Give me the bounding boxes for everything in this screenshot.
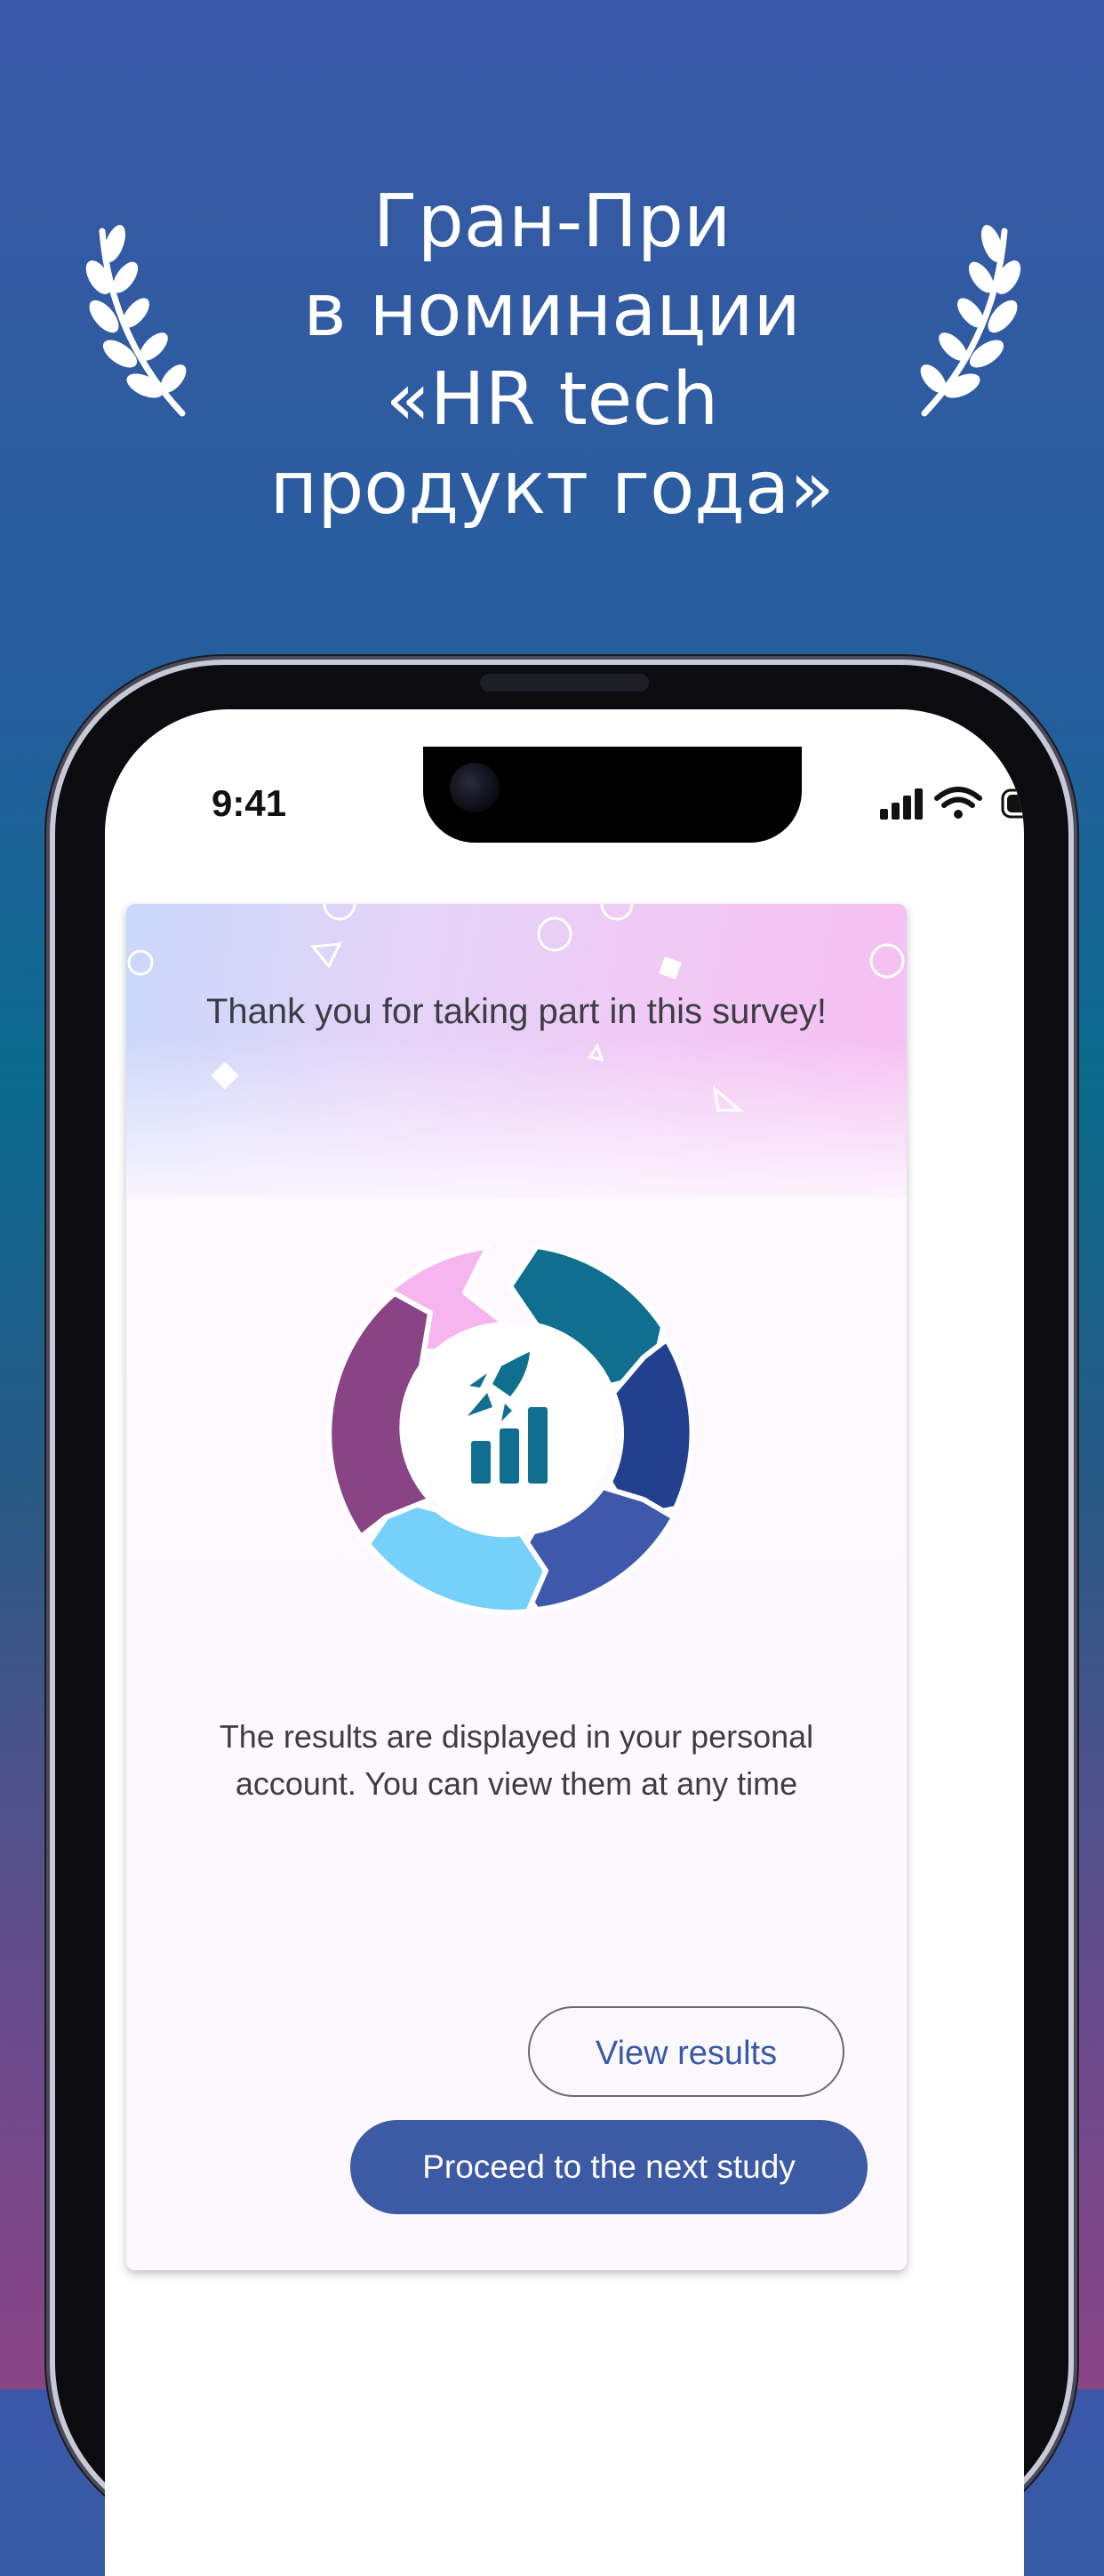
phone-speaker [480, 674, 649, 692]
battery-icon [1001, 788, 1024, 819]
thank-you-heading: Thank you for taking part in this survey… [205, 992, 828, 1031]
wifi-icon [934, 787, 982, 819]
status-icons [880, 787, 1024, 820]
results-message: The results are displayed in your person… [219, 1718, 814, 1802]
phone-notch [423, 747, 802, 843]
laurel-left-icon [85, 225, 187, 417]
camera-icon [450, 763, 500, 812]
laurel-right-icon [920, 225, 1021, 417]
view-results-button[interactable]: View results [528, 2006, 844, 2097]
survey-complete-card: Thank you for taking part in this survey… [126, 904, 907, 2270]
cellular-signal-icon [880, 788, 923, 820]
status-time: 9:41 [212, 782, 287, 824]
growth-cycle-illustration [326, 1244, 695, 1615]
next-study-button[interactable]: Proceed to the next study [350, 2120, 868, 2214]
